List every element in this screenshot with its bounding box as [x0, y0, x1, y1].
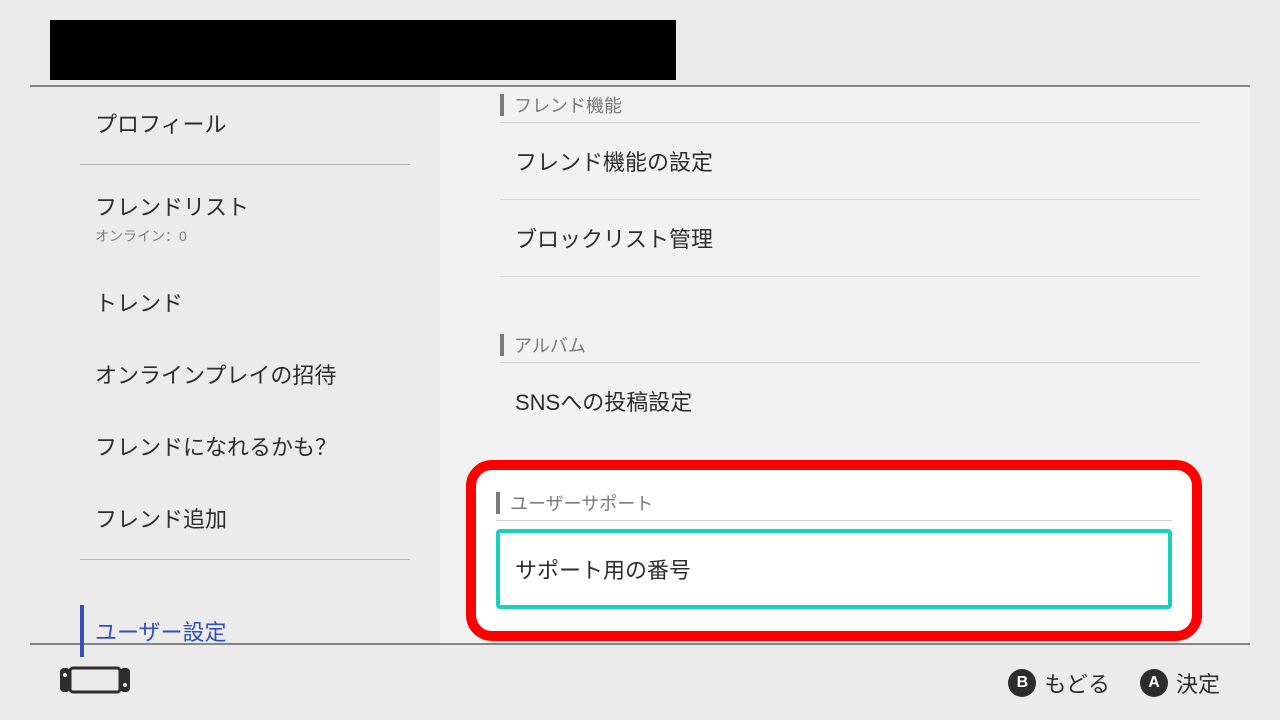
menu-item-friend-settings[interactable]: フレンド機能の設定 — [500, 123, 1200, 200]
sidebar-divider — [80, 559, 410, 560]
console-icon — [60, 664, 130, 701]
content-area: プロフィール フレンドリスト オンライン：0 トレンド オンラインプレイの招待 … — [30, 85, 1250, 645]
sidebar-item-label: ユーザー設定 — [95, 620, 227, 645]
sidebar-spacer — [80, 565, 410, 595]
sidebar-item-profile[interactable]: プロフィール — [80, 87, 410, 159]
menu-item-blocklist[interactable]: ブロックリスト管理 — [500, 200, 1200, 277]
footer-right: B もどる A 決定 — [1008, 667, 1220, 699]
footer-btn-ok[interactable]: A 決定 — [1140, 667, 1220, 699]
menu-item-label: サポート用の番号 — [515, 558, 691, 583]
section-header-user-support: ユーザーサポート — [496, 490, 1172, 516]
sidebar-item-sublabel: オンライン：0 — [95, 226, 410, 246]
footer-left — [60, 664, 130, 701]
sidebar-item-label: フレンドリスト — [95, 195, 249, 220]
menu-item-sns-settings[interactable]: SNSへの投稿設定 — [500, 363, 1200, 439]
menu-item-support-number[interactable]: サポート用の番号 — [496, 529, 1172, 609]
section-title: アルバム — [514, 332, 586, 358]
header-black-bar — [50, 20, 676, 80]
footer-btn-back[interactable]: B もどる — [1008, 667, 1110, 699]
section-header-album: アルバム — [500, 332, 1200, 358]
sidebar-item-friendlist[interactable]: フレンドリスト オンライン：0 — [80, 170, 410, 266]
sidebar-item-friend-suggest[interactable]: フレンドになれるかも？ — [80, 410, 410, 482]
menu-item-label: フレンド機能の設定 — [515, 150, 713, 175]
sidebar-item-label: トレンド — [95, 291, 183, 316]
menu-item-label: SNSへの投稿設定 — [515, 390, 692, 415]
sidebar-item-trend[interactable]: トレンド — [80, 266, 410, 338]
section-header-friend: フレンド機能 — [500, 92, 1200, 118]
a-button-icon: A — [1140, 669, 1168, 697]
highlight-user-support: ユーザーサポート サポート用の番号 — [466, 460, 1202, 641]
sidebar-item-label: フレンド追加 — [95, 507, 227, 532]
footer: B もどる A 決定 — [30, 645, 1250, 720]
footer-btn-label: 決定 — [1176, 667, 1220, 699]
sidebar-item-onlineplay-invite[interactable]: オンラインプレイの招待 — [80, 338, 410, 410]
footer-btn-label: もどる — [1044, 667, 1110, 699]
sidebar-item-add-friend[interactable]: フレンド追加 — [80, 482, 410, 554]
section-title: フレンド機能 — [514, 92, 622, 118]
menu-item-label: ブロックリスト管理 — [515, 227, 713, 252]
sidebar-item-label: オンラインプレイの招待 — [95, 363, 336, 388]
sidebar-item-label: プロフィール — [95, 112, 227, 137]
sidebar-divider — [80, 164, 410, 165]
sidebar-item-label: フレンドになれるかも？ — [95, 435, 337, 460]
b-button-icon: B — [1008, 669, 1036, 697]
sidebar: プロフィール フレンドリスト オンライン：0 トレンド オンラインプレイの招待 … — [80, 87, 410, 643]
section-underline — [496, 520, 1172, 521]
section-title: ユーザーサポート — [510, 490, 653, 516]
